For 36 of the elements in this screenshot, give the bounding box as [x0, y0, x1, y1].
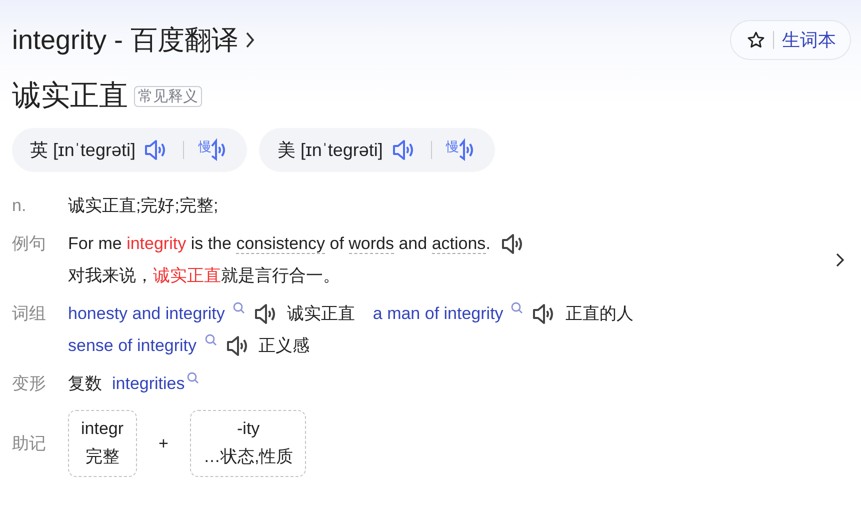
word-root: integr: [81, 419, 124, 439]
root-meaning: 完整: [85, 446, 120, 468]
inflection-type: 复数: [68, 373, 102, 395]
pronunciation-text: 美 [ɪnˈtegrəti]: [277, 139, 383, 162]
slow-play-button[interactable]: 慢: [446, 138, 477, 162]
meaning-tag: 常见释义: [134, 86, 202, 106]
chevron-right-icon: [244, 31, 255, 49]
pronunciation-text: 英 [ɪnˈtegrəti]: [30, 139, 136, 162]
phrase-meaning: 正义感: [258, 335, 310, 357]
wordbook-button[interactable]: 生词本: [730, 20, 851, 60]
inflection-link[interactable]: integrities: [112, 372, 185, 396]
search-icon[interactable]: [204, 334, 217, 346]
example-sentence: For me integrity is the consistency of words and actions.: [68, 233, 490, 256]
page-title[interactable]: integrity - 百度翻译: [12, 22, 255, 58]
phrase-link[interactable]: a man of integrity: [372, 302, 504, 326]
phrase-link[interactable]: honesty and integrity: [68, 302, 225, 326]
phrase-link[interactable]: sense of integrity: [68, 334, 197, 358]
word-root: -ity: [237, 419, 260, 439]
search-icon[interactable]: [186, 372, 199, 384]
row-label: 助记: [12, 432, 47, 454]
plus-sign: +: [158, 434, 168, 454]
chevron-right-icon[interactable]: [835, 252, 845, 268]
star-icon: [747, 31, 765, 49]
example-translation: 对我来说，诚实正直就是言行合一。: [68, 265, 341, 287]
row-label: 变形: [12, 373, 47, 395]
search-icon[interactable]: [232, 302, 245, 314]
search-icon[interactable]: [511, 302, 524, 314]
root-meaning: …状态,性质: [203, 446, 294, 468]
definition-text: 诚实正直;完好;完整;: [68, 195, 220, 217]
headword-meaning: 诚实正直: [12, 79, 128, 114]
part-of-speech: n.: [12, 195, 28, 217]
row-label: 例句: [12, 233, 47, 255]
row-label: 词组: [12, 303, 47, 325]
phrase-meaning: 正直的人: [565, 303, 634, 325]
slow-play-button[interactable]: 慢: [198, 138, 230, 162]
phrase-meaning: 诚实正直: [286, 303, 355, 325]
